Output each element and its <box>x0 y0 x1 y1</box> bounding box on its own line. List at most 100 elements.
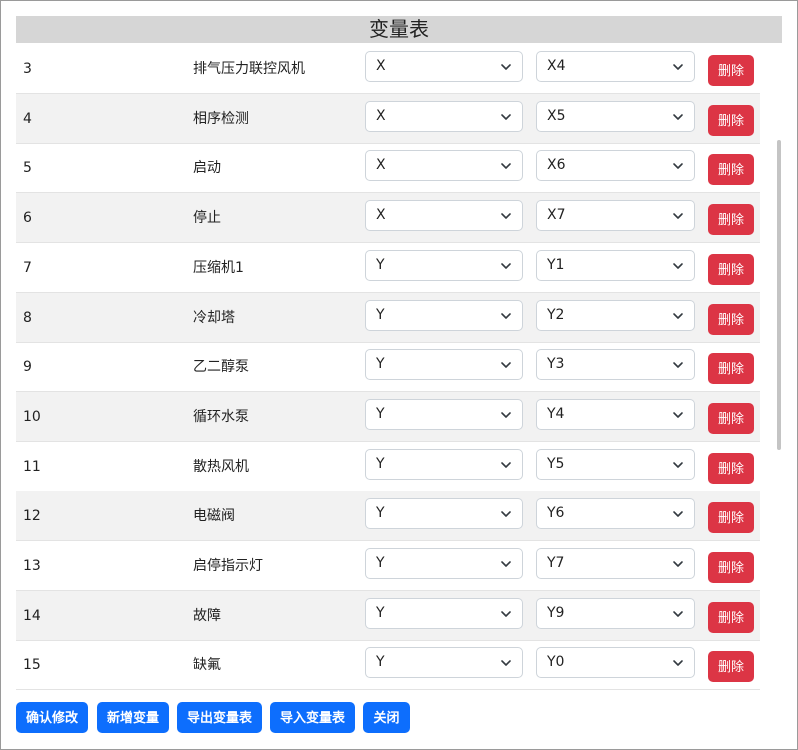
variable-type-value: Y <box>376 654 385 671</box>
variable-address-select[interactable]: X6 <box>536 150 695 182</box>
variable-type-select[interactable]: Y <box>365 597 523 629</box>
chevron-down-icon <box>500 508 512 520</box>
variable-type-value: Y <box>376 555 385 571</box>
delete-row-button[interactable]: 删除 <box>708 601 754 633</box>
variable-name: 压缩机1 <box>193 259 244 276</box>
delete-row-button[interactable]: 删除 <box>708 552 754 583</box>
scrollbar-thumb[interactable] <box>777 140 781 450</box>
import-table-button[interactable]: 导入变量表 <box>270 702 355 733</box>
delete-row-button[interactable]: 删除 <box>708 55 754 86</box>
variable-type-select[interactable]: Y <box>365 249 523 281</box>
row-index: 7 <box>23 259 32 276</box>
table-row: 9 乙二醇泵 Y Y3 删除 <box>16 342 760 393</box>
variable-name: 启停指示灯 <box>193 558 263 574</box>
delete-row-button[interactable]: 删除 <box>708 402 754 434</box>
variable-type-select[interactable]: X <box>365 100 523 132</box>
variable-address-value: Y0 <box>547 654 565 671</box>
chevron-down-icon <box>500 459 512 471</box>
variable-type-select[interactable]: Y <box>365 349 523 381</box>
chevron-down-icon <box>500 111 512 123</box>
close-button[interactable]: 关闭 <box>363 702 410 733</box>
variable-address-select[interactable]: Y7 <box>536 548 695 579</box>
table-row: 4 相序检测 X X5 删除 <box>16 93 760 144</box>
delete-row-button[interactable]: 删除 <box>708 253 754 285</box>
variable-name: 排气压力联控风机 <box>193 61 305 77</box>
variable-address-value: X6 <box>547 157 566 174</box>
variable-address-select[interactable]: Y1 <box>536 249 695 281</box>
variable-type-value: Y <box>376 356 385 373</box>
variable-address-value: X4 <box>547 58 566 74</box>
variable-address-select[interactable]: X4 <box>536 51 695 82</box>
variable-address-value: Y9 <box>547 604 565 621</box>
variable-type-value: X <box>376 207 386 224</box>
dialog-title: 变量表 <box>16 16 782 43</box>
variable-address-select[interactable]: Y2 <box>536 299 695 331</box>
variable-address-value: Y1 <box>547 256 565 273</box>
variable-name: 故障 <box>193 607 221 624</box>
delete-row-button[interactable]: 删除 <box>708 154 754 186</box>
row-index: 15 <box>23 657 41 674</box>
variable-address-select[interactable]: Y6 <box>536 498 695 530</box>
variable-type-select[interactable]: Y <box>365 647 523 679</box>
variable-type-select[interactable]: X <box>365 150 523 182</box>
table-row: 13 启停指示灯 Y Y7 删除 <box>16 541 760 591</box>
variable-address-select[interactable]: Y4 <box>536 398 695 430</box>
add-variable-button[interactable]: 新增变量 <box>97 702 169 733</box>
chevron-down-icon <box>672 260 684 272</box>
confirm-changes-button[interactable]: 确认修改 <box>16 702 88 733</box>
variable-address-select[interactable]: X7 <box>536 200 695 232</box>
variable-type-select[interactable]: Y <box>365 448 523 480</box>
variable-address-select[interactable]: Y0 <box>536 647 695 679</box>
variable-type-select[interactable]: Y <box>365 548 523 579</box>
chevron-down-icon <box>672 160 684 172</box>
variable-address-select[interactable]: Y5 <box>536 448 695 480</box>
variable-address-select[interactable]: Y9 <box>536 597 695 629</box>
row-index: 6 <box>23 210 32 227</box>
variable-name: 启动 <box>193 160 221 177</box>
table-row: 6 停止 X X7 删除 <box>16 193 760 244</box>
table-row: 10 循环水泵 Y Y4 删除 <box>16 391 760 442</box>
variable-type-value: X <box>376 157 386 174</box>
row-index: 4 <box>23 110 32 127</box>
delete-row-button[interactable]: 删除 <box>708 502 754 534</box>
chevron-down-icon <box>672 61 684 73</box>
variable-address-select[interactable]: X5 <box>536 100 695 132</box>
delete-row-button[interactable]: 删除 <box>708 651 754 683</box>
row-index: 3 <box>23 61 32 77</box>
variable-address-select[interactable]: Y3 <box>536 349 695 381</box>
variable-type-select[interactable]: X <box>365 51 523 82</box>
variable-name: 停止 <box>193 210 221 227</box>
variable-type-select[interactable]: Y <box>365 299 523 331</box>
chevron-down-icon <box>500 359 512 371</box>
variable-address-value: Y7 <box>547 555 565 571</box>
variable-address-value: Y5 <box>547 455 565 472</box>
variable-address-value: Y4 <box>547 405 565 422</box>
delete-row-button[interactable]: 删除 <box>708 353 754 385</box>
table-row: 7 压缩机1 Y Y1 删除 <box>16 243 760 293</box>
table-row: 12 电磁阀 Y Y6 删除 <box>16 491 760 542</box>
delete-row-button[interactable]: 删除 <box>708 452 754 484</box>
chevron-down-icon <box>500 61 512 73</box>
row-index: 9 <box>23 359 32 376</box>
delete-row-button[interactable]: 删除 <box>708 303 754 335</box>
export-table-button[interactable]: 导出变量表 <box>177 702 262 733</box>
delete-row-button[interactable]: 删除 <box>708 104 754 136</box>
delete-row-button[interactable]: 删除 <box>708 204 754 236</box>
variable-type-value: X <box>376 58 386 74</box>
row-index: 5 <box>23 160 32 177</box>
variable-type-select[interactable]: Y <box>365 398 523 430</box>
chevron-down-icon <box>672 111 684 123</box>
variable-address-value: Y2 <box>547 306 565 323</box>
variable-type-value: X <box>376 107 386 124</box>
variable-address-value: X7 <box>547 207 566 224</box>
chevron-down-icon <box>672 657 684 669</box>
variable-type-select[interactable]: X <box>365 200 523 232</box>
variable-type-select[interactable]: Y <box>365 498 523 530</box>
chevron-down-icon <box>500 608 512 620</box>
variable-table: 3 排气压力联控风机 X X4 删除 4 相序检测 X X5 删除 5 启动 X X6 删除 6 停止 X X7 删除… <box>16 44 760 690</box>
chevron-down-icon <box>500 558 512 570</box>
variable-type-value: Y <box>376 306 385 323</box>
chevron-down-icon <box>672 310 684 322</box>
chevron-down-icon <box>672 508 684 520</box>
variable-name: 电磁阀 <box>193 508 235 525</box>
